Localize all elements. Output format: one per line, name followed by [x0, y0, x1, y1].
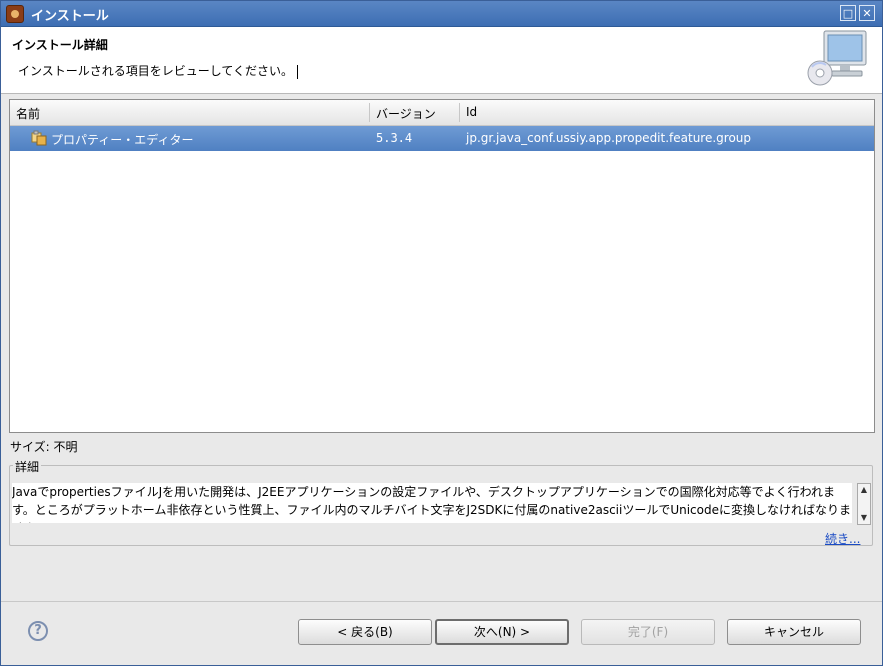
text-caret — [297, 64, 299, 79]
details-text[interactable]: JavaでpropertiesファイルJを用いた開発は、J2EEアプリケーション… — [12, 483, 852, 523]
install-monitor-icon — [807, 30, 867, 86]
app-icon — [6, 5, 24, 23]
window-title: インストール — [31, 9, 109, 24]
feature-plugin-icon — [31, 130, 47, 146]
row-id: jp.gr.java_conf.ussiy.app.propedit.featu… — [466, 131, 752, 145]
size-label: サイズ: 不明 — [10, 440, 78, 454]
row-name: プロパティー・エディター — [51, 133, 194, 147]
window-titlebar[interactable]: インストール □ ✕ — [0, 0, 883, 27]
table-row[interactable]: プロパティー・エディター 5.3.4 jp.gr.java_conf.ussiy… — [10, 126, 874, 151]
column-separator[interactable] — [459, 103, 460, 122]
back-button[interactable]: < 戻る(B) — [298, 619, 432, 645]
details-legend: 詳細 — [13, 458, 42, 475]
column-separator[interactable] — [369, 103, 370, 122]
page-description-text: インストールされる項目をレビューしてください。 — [18, 64, 294, 78]
page-title: インストール詳細 — [12, 38, 108, 52]
close-button[interactable]: ✕ — [859, 5, 875, 21]
column-header-name[interactable]: 名前 — [16, 105, 40, 122]
column-header-id[interactable]: Id — [466, 105, 477, 119]
next-button[interactable]: 次へ(N) > — [435, 619, 569, 645]
more-link[interactable]: 続き... — [825, 530, 860, 547]
table-header: 名前 バージョン Id — [10, 100, 874, 126]
page-description: インストールされる項目をレビューしてください。 — [18, 62, 299, 79]
help-icon[interactable]: ? — [28, 621, 48, 641]
wizard-header: インストール詳細 インストールされる項目をレビューしてください。 — [0, 27, 883, 94]
scroll-up-icon[interactable]: ▲ — [858, 484, 870, 496]
details-scrollbar[interactable]: ▲ ▼ — [857, 483, 871, 525]
scroll-down-icon[interactable]: ▼ — [858, 512, 870, 524]
row-version: 5.3.4 — [376, 131, 413, 145]
cancel-button[interactable]: キャンセル — [727, 619, 861, 645]
finish-button: 完了(F) — [581, 619, 715, 645]
footer-divider — [0, 601, 883, 602]
install-items-table[interactable]: 名前 バージョン Id プロパティー・エディター 5.3.4 jp.gr.jav… — [9, 99, 875, 433]
maximize-button[interactable]: □ — [840, 5, 856, 21]
column-header-version[interactable]: バージョン — [376, 105, 436, 122]
